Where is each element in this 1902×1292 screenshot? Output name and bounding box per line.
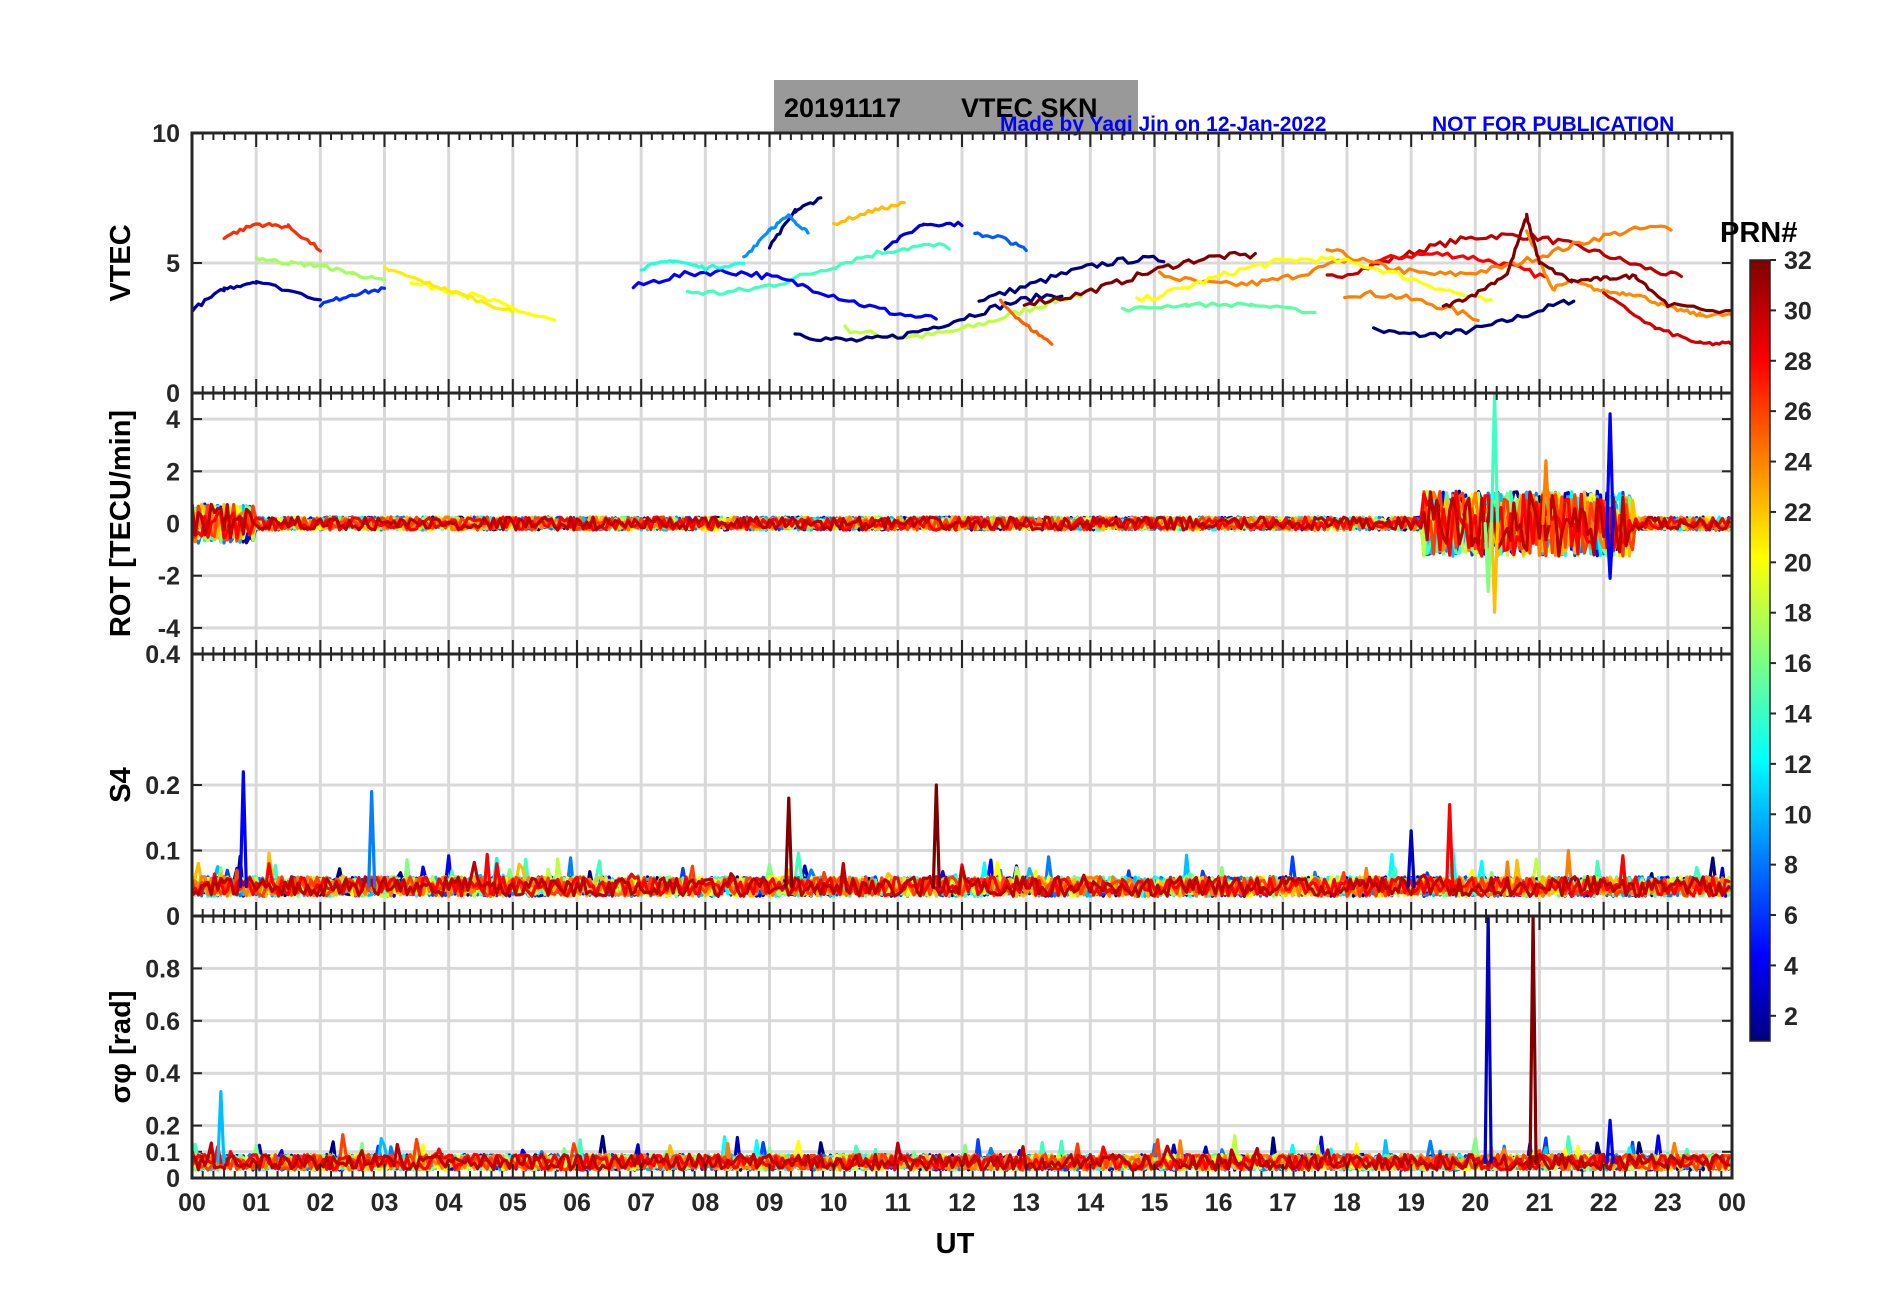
panel-3: 0 0.1 0.2 0.4 S4 bbox=[105, 641, 1734, 931]
y-tick-label: 0.4 bbox=[145, 1060, 180, 1088]
vtec-series-prn-8 bbox=[973, 231, 1028, 252]
title-date: 20191117 bbox=[784, 93, 901, 123]
x-tick-label: 18 bbox=[1333, 1189, 1361, 1217]
figure: 20191117 VTEC SKN Made by Yaqi Jin on 12… bbox=[105, 80, 1812, 1260]
y-tick-label: 0.4 bbox=[145, 641, 180, 669]
colorbar-ticks: 2468101214161820222426283032 bbox=[1770, 247, 1812, 1031]
vtec-series-prn-28 bbox=[222, 221, 322, 253]
colorbar-tick-label: 8 bbox=[1784, 852, 1798, 880]
y-axis-label-4: σφ [rad] bbox=[105, 990, 137, 1103]
colorbar-tick-label: 4 bbox=[1784, 952, 1798, 980]
x-tick-label: 01 bbox=[242, 1189, 270, 1217]
y-tick-label: 0.8 bbox=[145, 955, 180, 983]
colorbar-tick-label: 20 bbox=[1784, 549, 1812, 577]
x-axis-label: UT bbox=[936, 1228, 975, 1260]
x-tick-label: 15 bbox=[1141, 1189, 1169, 1217]
y-tick-label: 0.1 bbox=[145, 1139, 180, 1167]
traces bbox=[192, 916, 1731, 1172]
colorbar-label: PRN# bbox=[1720, 217, 1797, 249]
x-tick-label: 23 bbox=[1654, 1189, 1682, 1217]
colorbar-tick-label: 18 bbox=[1784, 600, 1812, 628]
y-tick-label: 0.2 bbox=[145, 772, 180, 800]
x-tick-label: 16 bbox=[1205, 1189, 1233, 1217]
x-tick-label: 21 bbox=[1526, 1189, 1554, 1217]
colorbar-tick-label: 12 bbox=[1784, 751, 1812, 779]
panel-2: 4 2 0 -2 -4 ROT [TECU/min] bbox=[105, 391, 1734, 656]
x-tick-label: 13 bbox=[1012, 1189, 1040, 1217]
y-tick-label: 5 bbox=[166, 250, 180, 278]
colorbar-tick-label: 6 bbox=[1784, 902, 1798, 930]
y-tick-label: 0.6 bbox=[145, 1008, 180, 1036]
x-tick-label: 07 bbox=[627, 1189, 655, 1217]
x-tick-label: 05 bbox=[499, 1189, 527, 1217]
panels: 0510VTEC420-2-4ROT [TECU/min]00.10.20.4S… bbox=[105, 120, 1734, 1193]
x-tick-label: 06 bbox=[563, 1189, 591, 1217]
y-tick-label: -4 bbox=[158, 615, 180, 643]
y-tick-label: 4 bbox=[166, 406, 180, 434]
peak-prn-8 bbox=[367, 789, 377, 889]
colorbar-tick-label: 30 bbox=[1784, 297, 1812, 325]
peak-prn-32 bbox=[931, 783, 941, 889]
y-tick-label: -2 bbox=[158, 563, 180, 591]
y-axis-label-2: ROT [TECU/min] bbox=[105, 410, 137, 637]
x-tick-label: 03 bbox=[371, 1189, 399, 1217]
x-tick-label: 02 bbox=[306, 1189, 334, 1217]
x-tick-label: 22 bbox=[1590, 1189, 1618, 1217]
colorbar-tick-label: 22 bbox=[1784, 499, 1812, 527]
colorbar-tick-label: 26 bbox=[1784, 398, 1812, 426]
x-tick-label: 17 bbox=[1269, 1189, 1297, 1217]
y-axis-label-3: S4 bbox=[105, 767, 137, 802]
x-tick-label: 00 bbox=[1718, 1189, 1746, 1217]
x-axis: 00 01 02 03 04 05 06 07 08 09 10 11 12 13 14 15 16 17 18 19… bbox=[178, 1189, 1746, 1217]
traces bbox=[192, 770, 1731, 898]
x-tick-label: 11 bbox=[885, 1189, 912, 1217]
colorbar-tick-label: 24 bbox=[1784, 449, 1812, 477]
colorbar-tick-label: 2 bbox=[1784, 1003, 1798, 1031]
traces bbox=[192, 393, 1731, 614]
vtec-series-prn-22 bbox=[832, 200, 906, 227]
colorbar-tick-label: 16 bbox=[1784, 650, 1812, 678]
panel-1: 0 5 10 VTEC bbox=[105, 120, 1734, 408]
y-tick-label: 0 bbox=[166, 903, 180, 931]
x-tick-label: 04 bbox=[435, 1189, 463, 1217]
x-tick-label: 12 bbox=[948, 1189, 976, 1217]
x-tick-label: 20 bbox=[1461, 1189, 1489, 1217]
y-tick-label: 2 bbox=[166, 458, 180, 486]
y-axis-label-1: VTEC bbox=[105, 224, 137, 301]
x-tick-label: 19 bbox=[1397, 1189, 1425, 1217]
colorbar-tick-label: 14 bbox=[1784, 700, 1812, 728]
y-tick-label: 0 bbox=[166, 380, 180, 408]
y-tick-label: 10 bbox=[152, 120, 180, 148]
y-tick-label: 0 bbox=[166, 511, 180, 539]
vtec-trace bbox=[685, 242, 951, 296]
colorbar-tick-label: 32 bbox=[1784, 247, 1812, 275]
peak-prn-4 bbox=[238, 770, 248, 889]
x-tick-label: 14 bbox=[1076, 1189, 1104, 1217]
colorbar-tick-label: 10 bbox=[1784, 801, 1812, 829]
colorbar-gradient bbox=[1749, 259, 1771, 1042]
x-tick-label: 10 bbox=[820, 1189, 848, 1217]
vtec-series-prn-6 bbox=[318, 286, 387, 308]
colorbar: PRN# 2468101214161820222426283032 bbox=[1720, 217, 1812, 1042]
colorbar-tick-label: 28 bbox=[1784, 348, 1812, 376]
x-tick-label: 08 bbox=[691, 1189, 719, 1217]
y-tick-label: 0.2 bbox=[145, 1113, 180, 1141]
x-tick-label: 00 bbox=[178, 1189, 206, 1217]
x-tick-label: 09 bbox=[756, 1189, 784, 1217]
y-tick-label: 0.1 bbox=[145, 838, 180, 866]
vtec-trace bbox=[631, 268, 938, 321]
panel-4: 00.10.20.40.60.8σφ [rad] bbox=[105, 914, 1734, 1193]
